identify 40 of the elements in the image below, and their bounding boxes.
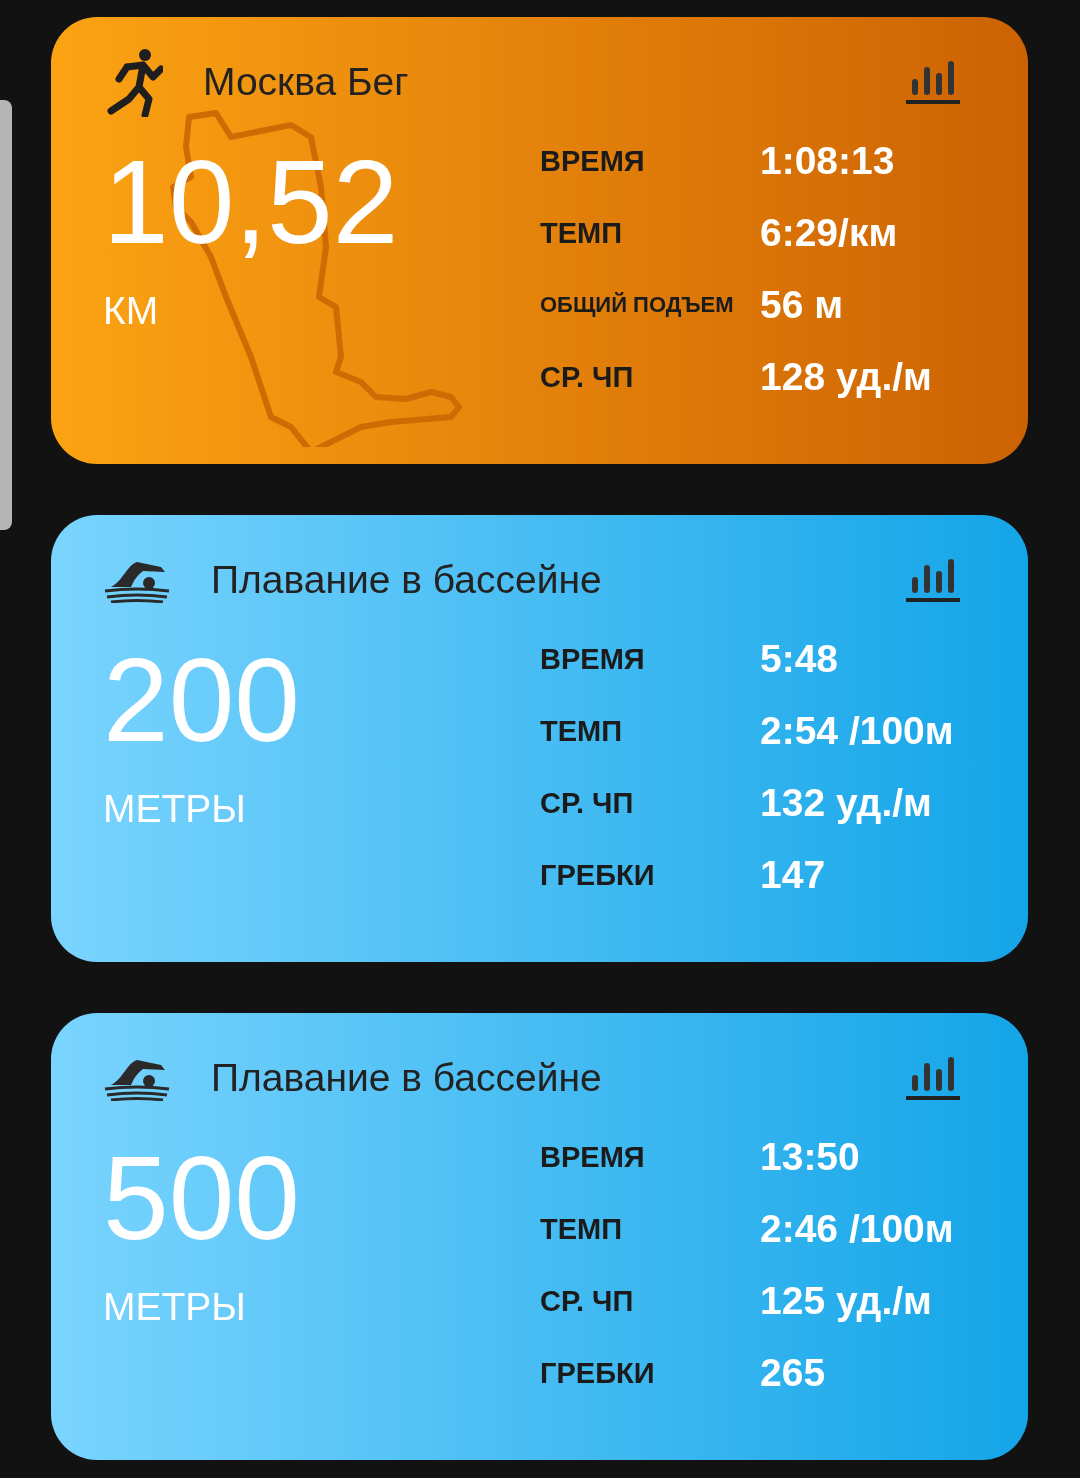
stat-label: СР. ЧП: [540, 360, 634, 394]
bar-chart-icon[interactable]: [906, 59, 960, 105]
workout-title: Плавание в бассейне: [211, 558, 603, 602]
stat-value: 2:46 /100м: [760, 1207, 954, 1251]
stat-value: 6:29/км: [760, 211, 898, 255]
bar-chart-icon[interactable]: [906, 1055, 960, 1101]
workout-title: Москва Бег: [203, 60, 410, 104]
stat-label: ТЕМП: [540, 714, 623, 748]
stat-label: ВРЕМЯ: [540, 642, 645, 676]
stat-label: ТЕМП: [540, 216, 623, 250]
distance-value: 500: [103, 1139, 300, 1257]
stat-value: 56 м: [760, 283, 844, 327]
stat-value: 128 уд./м: [760, 355, 932, 399]
distance-unit: КМ: [103, 289, 159, 333]
stat-value: 132 уд./м: [760, 781, 932, 825]
stat-value: 1:08:13: [760, 139, 895, 183]
workout-card[interactable]: Плавание в бассейне 500 МЕТРЫ ВРЕМЯ 13:50 ТЕМП 2:46 /100м СР. ЧП 125 уд./м ГРЕБКИ 265: [51, 1013, 1028, 1460]
bar-chart-icon[interactable]: [906, 557, 960, 603]
stat-label: ВРЕМЯ: [540, 1140, 645, 1174]
distance-unit: МЕТРЫ: [103, 787, 246, 831]
distance-value: 200: [103, 641, 300, 759]
stat-label: ВРЕМЯ: [540, 144, 645, 178]
distance-unit: МЕТРЫ: [103, 1285, 246, 1329]
scroll-handle[interactable]: [0, 100, 12, 530]
stat-label: ГРЕБКИ: [540, 1356, 655, 1390]
workout-card[interactable]: Москва Бег 10,52 КМ ВРЕМЯ 1:08:13 ТЕМП 6:29/км ОБЩИЙ ПОДЪЕМ 56 м СР. ЧП 128 уд./м: [51, 17, 1028, 464]
stat-value: 5:48: [760, 637, 839, 681]
distance-value: 10,52: [103, 143, 399, 261]
stat-value: 147: [760, 853, 826, 897]
stat-label: ОБЩИЙ ПОДЪЕМ: [540, 292, 734, 318]
stat-label: СР. ЧП: [540, 786, 634, 820]
stat-label: СР. ЧП: [540, 1284, 634, 1318]
stat-label: ТЕМП: [540, 1212, 623, 1246]
stat-value: 265: [760, 1351, 826, 1395]
workout-card[interactable]: Плавание в бассейне 200 МЕТРЫ ВРЕМЯ 5:48 ТЕМП 2:54 /100м СР. ЧП 132 уд./м ГРЕБКИ 147: [51, 515, 1028, 962]
stat-value: 125 уд./м: [760, 1279, 932, 1323]
stat-label: ГРЕБКИ: [540, 858, 655, 892]
workout-title: Плавание в бассейне: [211, 1056, 603, 1100]
stat-value: 2:54 /100м: [760, 709, 954, 753]
stat-value: 13:50: [760, 1135, 860, 1179]
